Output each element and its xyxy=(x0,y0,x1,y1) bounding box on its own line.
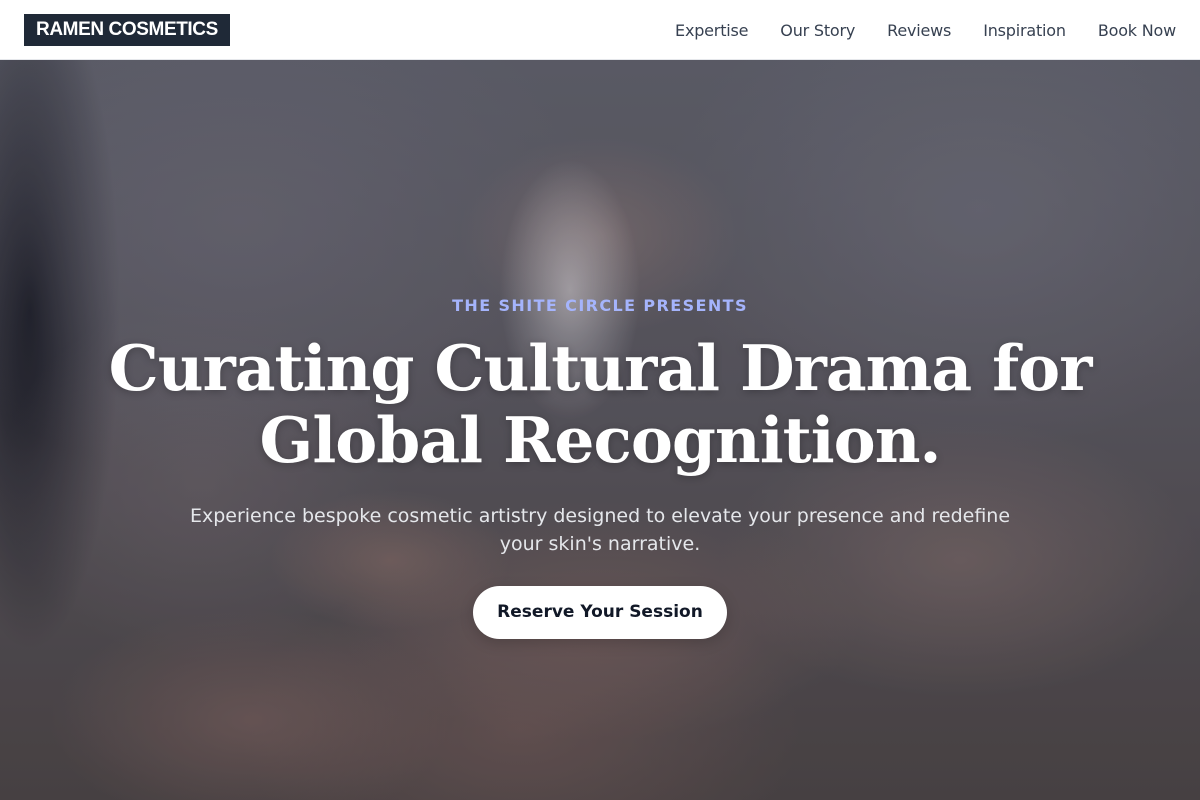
nav-link-our-story[interactable]: Our Story xyxy=(780,21,855,40)
hero-headline: Curating Cultural Drama for Global Recog… xyxy=(108,331,1093,477)
nav-link-inspiration[interactable]: Inspiration xyxy=(983,21,1066,40)
hero-section: THE SHITE CIRCLE PRESENTS Curating Cultu… xyxy=(0,60,1200,800)
nav-link-reviews[interactable]: Reviews xyxy=(887,21,951,40)
hero-eyebrow: THE SHITE CIRCLE PRESENTS xyxy=(452,296,748,315)
hero-content: THE SHITE CIRCLE PRESENTS Curating Cultu… xyxy=(0,60,1200,800)
hero-subtitle: Experience bespoke cosmetic artistry des… xyxy=(189,505,1011,555)
nav-link-book-now[interactable]: Book Now xyxy=(1098,21,1176,40)
main-nav: Expertise Our Story Reviews Inspiration … xyxy=(675,0,1176,60)
reserve-session-button[interactable]: Reserve Your Session xyxy=(473,586,727,639)
brand-logo[interactable]: RAMEN COSMETICS xyxy=(24,14,230,46)
nav-link-expertise[interactable]: Expertise xyxy=(675,21,748,40)
site-header: RAMEN COSMETICS Expertise Our Story Revi… xyxy=(0,0,1200,60)
